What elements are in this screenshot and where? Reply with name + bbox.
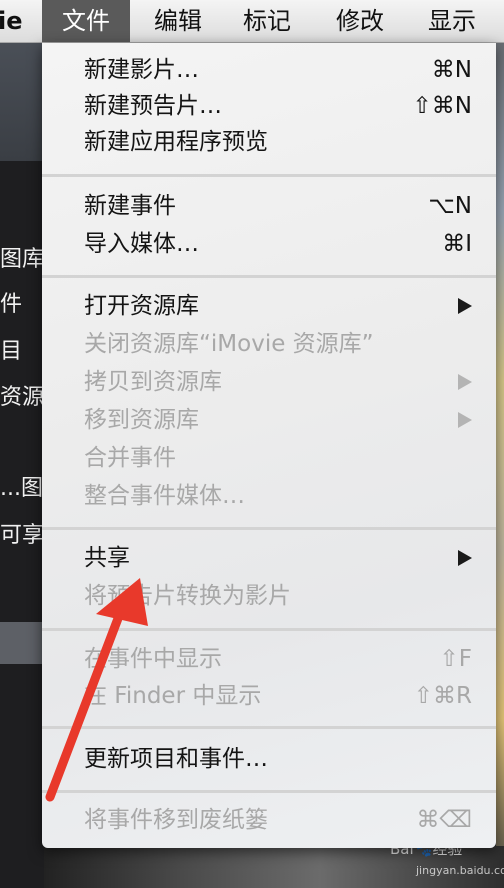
menu-item-shortcut: ⌘⌫: [416, 807, 472, 833]
menu-separator: [42, 628, 496, 631]
menu-item-new-trailer[interactable]: 新建预告片… ⇧⌘N: [42, 87, 496, 125]
menu-item-update-projects[interactable]: 更新项目和事件…: [42, 740, 496, 778]
menu-edit[interactable]: 编辑: [154, 0, 202, 42]
menu-item-label: 共享: [84, 545, 130, 571]
submenu-arrow-icon: [458, 298, 472, 314]
submenu-arrow-icon: [458, 374, 472, 390]
menu-item-shortcut: ⌥N: [428, 193, 472, 219]
menu-item-copy-to-library[interactable]: 拷贝到资源库: [42, 363, 496, 401]
menu-item-label: 新建应用程序预览: [84, 129, 268, 155]
menu-item-reveal-in-event[interactable]: 在事件中显示 ⇧F: [42, 640, 496, 678]
submenu-arrow-icon: [458, 550, 472, 566]
menu-item-new-event[interactable]: 新建事件 ⌥N: [42, 187, 496, 225]
sidebar-selection-highlight: [0, 622, 44, 664]
sidebar-item-events[interactable]: 件: [0, 286, 22, 318]
menu-mark[interactable]: 标记: [243, 0, 291, 42]
menu-item-label: 新建事件: [84, 193, 176, 219]
menu-item-merge-events[interactable]: 合并事件: [42, 439, 496, 477]
menu-item-label: 拷贝到资源库: [84, 369, 222, 395]
menu-view[interactable]: 显示: [428, 0, 476, 42]
menu-app-name[interactable]: ie: [0, 0, 23, 42]
menu-item-label: 在 Finder 中显示: [84, 683, 262, 709]
menu-item-label: 将预告片转换为影片: [84, 583, 291, 609]
menu-item-label: 合并事件: [84, 445, 176, 471]
menu-item-open-library[interactable]: 打开资源库: [42, 287, 496, 325]
menu-item-shortcut: ⌘I: [442, 231, 472, 257]
menu-separator: [42, 275, 496, 278]
menu-item-move-to-library[interactable]: 移到资源库: [42, 401, 496, 439]
menu-item-move-event-to-trash[interactable]: 将事件移到废纸篓 ⌘⌫: [42, 801, 496, 839]
menu-bar: ie 文件 编辑 标记 修改 显示: [0, 0, 504, 43]
menu-separator: [42, 726, 496, 729]
sidebar-item-selected[interactable]: ...图: [0, 470, 43, 502]
menu-item-shortcut: ⇧F: [439, 646, 472, 672]
file-menu-dropdown: 新建影片… ⌘N 新建预告片… ⇧⌘N 新建应用程序预览 新建事件 ⌥N 导入媒…: [42, 43, 496, 848]
menu-item-label: 打开资源库: [84, 293, 199, 319]
sidebar-item-share[interactable]: 可享: [0, 517, 44, 549]
menu-item-new-app-preview[interactable]: 新建应用程序预览: [42, 123, 496, 161]
menu-item-share[interactable]: 共享: [42, 539, 496, 577]
menu-item-label: 导入媒体…: [84, 231, 199, 257]
sidebar-item-library[interactable]: 图库: [0, 241, 44, 273]
menu-item-label: 新建预告片…: [84, 93, 222, 119]
menu-item-label: 将事件移到废纸篓: [84, 807, 268, 833]
sidebar-item-projects[interactable]: 目: [0, 333, 22, 365]
menu-file[interactable]: 文件: [42, 0, 130, 42]
submenu-arrow-icon: [458, 412, 472, 428]
menu-modify[interactable]: 修改: [336, 0, 384, 42]
menu-item-import-media[interactable]: 导入媒体… ⌘I: [42, 225, 496, 263]
menu-item-shortcut: ⇧⌘R: [413, 683, 472, 709]
menu-item-reveal-in-finder[interactable]: 在 Finder 中显示 ⇧⌘R: [42, 677, 496, 715]
menu-item-close-library[interactable]: 关闭资源库“iMovie 资源库”: [42, 325, 496, 363]
sidebar-item-resources[interactable]: 资源: [0, 379, 44, 411]
menu-item-label: 新建影片…: [84, 57, 199, 83]
content-thumbnails-strip: [496, 43, 504, 888]
menu-item-label: 整合事件媒体…: [84, 483, 245, 509]
menu-item-shortcut: ⇧⌘N: [412, 93, 472, 119]
menu-item-label: 更新项目和事件…: [84, 746, 268, 772]
menu-item-label: 在事件中显示: [84, 646, 222, 672]
menu-separator: [42, 527, 496, 530]
menu-item-shortcut: ⌘N: [431, 57, 472, 83]
menu-separator: [42, 174, 496, 177]
menu-item-consolidate-media[interactable]: 整合事件媒体…: [42, 477, 496, 515]
watermark-url: jingyan.baidu.com: [416, 864, 504, 877]
menu-item-convert-trailer[interactable]: 将预告片转换为影片: [42, 577, 496, 615]
library-sidebar: 图库 件 目 资源 ...图 可享: [0, 161, 44, 888]
menu-item-label: 关闭资源库“iMovie 资源库”: [84, 331, 374, 357]
menu-separator: [42, 790, 496, 793]
menu-item-new-movie[interactable]: 新建影片… ⌘N: [42, 51, 496, 89]
menu-item-label: 移到资源库: [84, 407, 199, 433]
